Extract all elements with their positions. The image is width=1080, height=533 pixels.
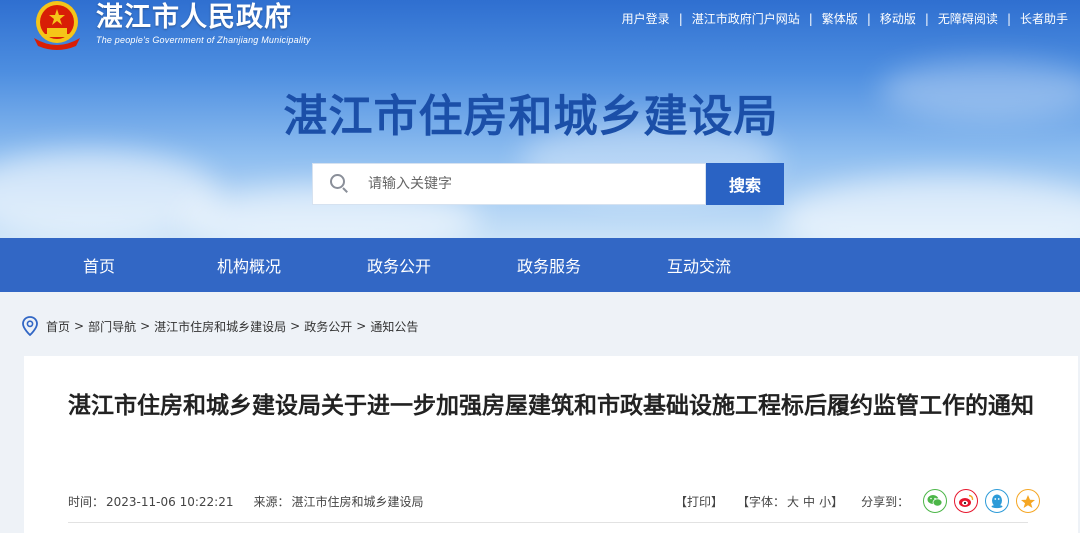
city-portal-link[interactable]: 湛江市政府门户网站	[692, 10, 800, 27]
share-label: 分享到：	[861, 494, 910, 509]
nav-item-organization[interactable]: 机构概况	[174, 253, 324, 277]
nav-item-home[interactable]: 首页	[24, 253, 174, 277]
qq-icon[interactable]	[985, 489, 1010, 513]
nav-item-government-affairs-disclosure[interactable]: 政务公开	[324, 253, 474, 277]
elder-assistant-link[interactable]: 长者助手	[1020, 10, 1068, 27]
link-divider: |	[924, 11, 929, 26]
breadcrumb-separator: >	[74, 319, 85, 333]
font-size-small-button[interactable]: 小】	[819, 493, 843, 510]
nav-item-government-services[interactable]: 政务服务	[474, 253, 624, 277]
link-divider: |	[866, 11, 871, 26]
nav-item-interaction[interactable]: 互动交流	[624, 253, 774, 277]
divider-line	[68, 522, 1028, 523]
breadcrumb-bureau[interactable]: 湛江市住房和城乡建设局	[154, 318, 286, 335]
breadcrumb-separator: >	[140, 319, 151, 333]
traditional-chinese-link[interactable]: 繁体版	[822, 10, 858, 27]
search-bar: 搜索	[312, 163, 784, 205]
wechat-icon[interactable]	[923, 489, 948, 513]
government-name: 湛江市人民政府	[96, 2, 292, 33]
font-size-large-button[interactable]: 大	[787, 493, 799, 510]
font-size-medium-button[interactable]: 中	[803, 493, 815, 510]
search-button[interactable]: 搜索	[706, 163, 784, 205]
breadcrumb-separator: >	[356, 319, 367, 333]
publish-time-label: 时间：	[68, 495, 105, 509]
site-header: 湛江市人民政府 The people's Government of Zhanj…	[0, 0, 1080, 238]
main-navigation: 首页 机构概况 政务公开 政务服务 互动交流	[0, 238, 1080, 292]
source-label: 来源：	[253, 495, 290, 509]
link-divider: |	[808, 11, 813, 26]
location-pin-icon	[22, 316, 38, 337]
breadcrumb-department-nav[interactable]: 部门导航	[88, 318, 136, 335]
breadcrumb-home[interactable]: 首页	[46, 318, 70, 335]
breadcrumb-notices[interactable]: 通知公告	[370, 318, 418, 335]
government-logo[interactable]: 湛江市人民政府 The people's Government of Zhanj…	[30, 0, 311, 50]
source-value: 湛江市住房和城乡建设局	[291, 495, 424, 509]
accessibility-link[interactable]: 无障碍阅读	[938, 10, 998, 27]
article-meta: 时间： 2023-11-06 10:22:21 来源： 湛江市住房和城乡建设局	[68, 493, 424, 510]
qzone-icon[interactable]	[1016, 489, 1041, 513]
link-divider: |	[1006, 11, 1011, 26]
print-button[interactable]: 【打印】	[675, 493, 723, 510]
article-tools: 【打印】 【字体： 大 中 小】 分享到：	[675, 489, 1047, 513]
link-divider: |	[678, 11, 683, 26]
breadcrumb-government-affairs[interactable]: 政务公开	[304, 318, 352, 335]
search-icon	[330, 174, 350, 194]
government-name-english: The people's Government of Zhanjiang Mun…	[96, 35, 311, 45]
breadcrumb-separator: >	[290, 319, 301, 333]
article-title: 湛江市住房和城乡建设局关于进一步加强房屋建筑和市政基础设施工程标后履约监管工作的…	[68, 393, 1034, 419]
font-size-label: 【字体：	[737, 494, 786, 509]
search-box	[312, 163, 706, 205]
mobile-version-link[interactable]: 移动版	[880, 10, 916, 27]
article-panel: 湛江市住房和城乡建设局关于进一步加强房屋建筑和市政基础设施工程标后履约监管工作的…	[24, 356, 1078, 533]
search-input[interactable]	[368, 176, 688, 192]
top-utility-links: 用户登录 | 湛江市政府门户网站 | 繁体版 | 移动版 | 无障碍阅读 | 长…	[622, 10, 1068, 27]
national-emblem-icon	[30, 0, 84, 50]
breadcrumb: 首页 > 部门导航 > 湛江市住房和城乡建设局 > 政务公开 > 通知公告	[22, 316, 418, 337]
publish-time-value: 2023-11-06 10:22:21	[106, 494, 234, 509]
weibo-icon[interactable]	[954, 489, 979, 513]
bureau-title: 湛江市住房和城乡建设局	[283, 91, 779, 142]
user-login-link[interactable]: 用户登录	[622, 10, 670, 27]
